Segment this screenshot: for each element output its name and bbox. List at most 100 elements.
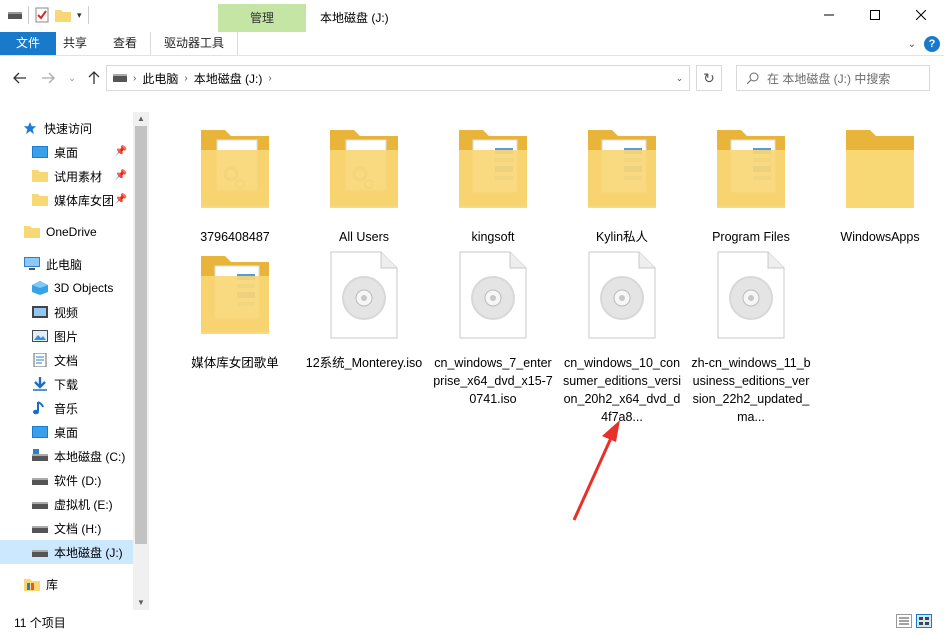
sidebar-item-label: 图片	[54, 329, 79, 344]
context-tab-manage[interactable]: 管理	[218, 4, 306, 32]
folder-item[interactable]: Kylin私人	[558, 118, 686, 246]
sidebar-item-libraries[interactable]: 库	[24, 572, 133, 596]
tab-file[interactable]: 文件	[0, 32, 56, 55]
folder-icon	[201, 130, 269, 208]
search-box[interactable]: 在 本地磁盘 (J:) 中搜索	[736, 65, 930, 91]
pin-icon: 📌	[114, 146, 127, 157]
properties-icon[interactable]	[35, 7, 49, 23]
sidebar-item-drive-j[interactable]: 本地磁盘 (J:)	[0, 540, 133, 564]
disc-image-icon	[588, 251, 656, 339]
large-icons-view-button[interactable]	[916, 614, 932, 628]
refresh-button[interactable]: ↻	[696, 65, 722, 91]
pin-icon: 📌	[114, 170, 127, 181]
explorer-window: ▾ 管理 本地磁盘 (J:) 文件 主页 共享 查看 驱动器工具 ⌄ ?	[0, 0, 944, 634]
breadcrumb-chevron-icon[interactable]: ›	[268, 73, 271, 84]
drive-icon	[32, 502, 48, 509]
video-icon	[32, 306, 48, 318]
file-list: 3796408487 All Users kingsoft Kylin私人 Progra…	[150, 110, 944, 610]
sidebar-item-label: 桌面	[54, 145, 79, 160]
file-name: 12系统_Monterey.iso	[305, 356, 423, 370]
file-thumbnail	[171, 244, 299, 354]
qat-dropdown-icon[interactable]: ▾	[77, 10, 82, 21]
sidebar-item-drive-d[interactable]: 软件 (D:)	[32, 468, 133, 492]
sidebar-item-documents[interactable]: 文档	[32, 348, 133, 372]
sidebar-item-label: 文档 (H:)	[54, 521, 102, 536]
minimize-button[interactable]	[806, 0, 852, 30]
address-bar[interactable]: › 此电脑 › 本地磁盘 (J:) › ⌄	[106, 65, 690, 91]
sidebar-item-label: 试用素材	[54, 169, 103, 184]
address-dropdown-button[interactable]: ⌄	[669, 66, 689, 90]
chevron-down-icon: ⌄	[68, 72, 76, 83]
sidebar-item-label: 3D Objects	[54, 281, 114, 295]
ribbon-tabs: 文件 主页 共享 查看 驱动器工具	[0, 32, 944, 56]
file-item-iso[interactable]: cn_windows_10_consumer_editions_version_…	[558, 244, 686, 426]
pin-icon: 📌	[114, 194, 127, 205]
sidebar-item-trial-material[interactable]: 试用素材 📌	[32, 164, 133, 188]
file-thumbnail	[429, 118, 557, 228]
folder-item[interactable]: Program Files	[687, 118, 815, 246]
sidebar-item-3d-objects[interactable]: 3D Objects	[32, 276, 133, 300]
forward-arrow-icon	[42, 72, 55, 84]
file-thumbnail	[558, 244, 686, 354]
music-icon	[33, 401, 44, 415]
sidebar-item-downloads[interactable]: 下载	[32, 372, 133, 396]
folder-item[interactable]: WindowsApps	[816, 118, 944, 246]
search-icon	[747, 72, 759, 84]
breadcrumb-this-pc[interactable]: 此电脑	[136, 70, 184, 87]
details-view-icon	[899, 617, 909, 625]
sidebar-item-quick-access[interactable]: 快速访问	[22, 116, 133, 140]
sidebar-scrollbar[interactable]: ▲ ▼	[133, 112, 149, 610]
scrollbar-thumb[interactable]	[135, 126, 147, 544]
folder-icon	[588, 130, 656, 208]
folder-icon	[717, 130, 785, 208]
help-icon[interactable]: ?	[924, 36, 940, 52]
breadcrumb-drive-j[interactable]: 本地磁盘 (J:)	[188, 70, 269, 87]
sidebar-item-label: 软件 (D:)	[54, 473, 102, 488]
file-thumbnail	[429, 244, 557, 354]
folder-item[interactable]: kingsoft	[429, 118, 557, 246]
sidebar-item-videos[interactable]: 视频	[32, 300, 133, 324]
folder-icon	[201, 256, 269, 334]
drive-small-icon[interactable]	[8, 9, 22, 21]
back-button[interactable]	[10, 68, 30, 88]
close-button[interactable]	[898, 0, 944, 30]
sidebar-item-pictures[interactable]: 图片	[32, 324, 133, 348]
file-item-iso[interactable]: cn_windows_7_enterprise_x64_dvd_x15-7074…	[429, 244, 557, 408]
sidebar-item-drive-e[interactable]: 虚拟机 (E:)	[32, 492, 133, 516]
file-thumbnail	[687, 244, 815, 354]
tab-share[interactable]: 共享	[50, 32, 100, 55]
folder-icon	[846, 130, 914, 208]
sidebar-item-drive-c[interactable]: 本地磁盘 (C:)	[32, 444, 133, 468]
up-button[interactable]	[84, 68, 104, 88]
scroll-down-icon[interactable]: ▼	[133, 596, 149, 610]
sidebar-item-label: 文档	[54, 353, 79, 368]
folder-item[interactable]: 3796408487	[171, 118, 299, 246]
file-item-iso[interactable]: zh-cn_windows_11_business_editions_versi…	[687, 244, 815, 426]
scroll-up-icon[interactable]: ▲	[133, 112, 149, 126]
window-title: 本地磁盘 (J:)	[320, 11, 389, 25]
sidebar-item-label: 视频	[54, 305, 79, 320]
sidebar-item-desktop[interactable]: 桌面	[32, 420, 133, 444]
recent-locations-button[interactable]: ⌄	[62, 68, 82, 88]
maximize-button[interactable]	[852, 0, 898, 30]
chevron-down-icon: ⌄	[675, 73, 684, 83]
expand-ribbon-icon[interactable]: ⌄	[908, 39, 916, 50]
sidebar-item-this-pc[interactable]: 此电脑	[24, 252, 133, 276]
new-folder-icon[interactable]	[55, 8, 71, 22]
maximize-icon	[870, 10, 880, 20]
folder-item[interactable]: 媒体库女团歌单	[171, 244, 299, 372]
details-view-button[interactable]	[896, 614, 912, 628]
folder-item[interactable]: All Users	[300, 118, 428, 246]
tab-view[interactable]: 查看	[100, 32, 150, 55]
tab-drive-tools[interactable]: 驱动器工具	[150, 32, 239, 55]
forward-button[interactable]	[38, 68, 58, 88]
sidebar-item-music[interactable]: 音乐	[32, 396, 133, 420]
drive-icon	[32, 478, 48, 485]
status-bar: 11 个项目	[0, 610, 944, 634]
title-bar: ▾ 管理 本地磁盘 (J:)	[0, 0, 944, 32]
sidebar-item-onedrive[interactable]: OneDrive	[24, 220, 133, 244]
file-item-iso[interactable]: 12系统_Monterey.iso	[300, 244, 428, 372]
sidebar-item-drive-h[interactable]: 文档 (H:)	[32, 516, 133, 540]
sidebar-item-media-library[interactable]: 媒体库女团 📌	[32, 188, 133, 212]
sidebar-item-desktop-pinned[interactable]: 桌面 📌	[32, 140, 133, 164]
